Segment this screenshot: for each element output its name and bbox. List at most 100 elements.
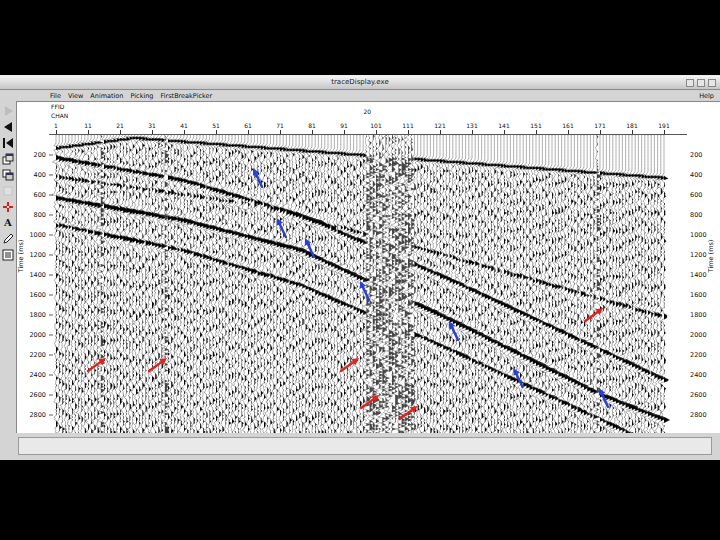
- toolbar-button: [2, 104, 15, 117]
- trace: [90, 135, 101, 433]
- channel-label: 171: [594, 122, 605, 129]
- trace: [613, 135, 621, 433]
- trace: [487, 135, 498, 433]
- trace-wiggle: [305, 135, 316, 433]
- trace: [420, 135, 430, 433]
- trace: [439, 135, 449, 433]
- trace: [331, 135, 341, 433]
- channel-tick: [280, 130, 281, 134]
- channel-tick: [216, 130, 217, 134]
- toolbar-button[interactable]: [2, 136, 15, 149]
- annotation-arrow: [400, 406, 418, 419]
- trace: [516, 135, 526, 433]
- arrow-shaft: [363, 287, 369, 300]
- arrow-shaft: [400, 410, 412, 419]
- arrow-shaft: [280, 224, 286, 237]
- status-area: [0, 433, 720, 460]
- channel-label: 71: [276, 122, 284, 129]
- time-tick: [49, 154, 53, 155]
- trace: [503, 135, 513, 433]
- menu-item[interactable]: View: [68, 92, 83, 100]
- menu-item[interactable]: Animation: [90, 92, 123, 100]
- arrow-shaft: [517, 374, 523, 387]
- channel-label: 101: [370, 122, 381, 129]
- trace: [194, 135, 203, 433]
- trace-wiggle: [436, 135, 446, 433]
- pencil-icon: [2, 233, 14, 245]
- trace-wiggle: [625, 135, 636, 433]
- trace: [340, 135, 351, 433]
- trace: [58, 135, 69, 433]
- header-label: CHAN: [51, 112, 68, 119]
- trace: [494, 135, 503, 433]
- trace-fill: [190, 135, 196, 433]
- trace-wiggle: [123, 135, 133, 433]
- trace-wiggle: [503, 135, 513, 433]
- time-tick: [49, 354, 53, 355]
- arrow-shaft: [452, 327, 458, 340]
- trace: [434, 135, 443, 433]
- channel-tick: [152, 130, 153, 134]
- trace-plot[interactable]: [49, 135, 687, 433]
- minimize-button[interactable]: [686, 79, 694, 87]
- toolbar-button[interactable]: A: [2, 216, 15, 229]
- time-tick: [49, 334, 53, 335]
- trace: [394, 135, 402, 433]
- trace: [616, 135, 625, 433]
- trace-wiggle: [308, 135, 319, 433]
- toolbar-button[interactable]: [2, 168, 15, 181]
- menu-item[interactable]: FirstBreakPicker: [160, 92, 212, 100]
- arrow-shaft: [602, 394, 608, 407]
- trace-wiggle: [248, 135, 257, 433]
- trace-wiggle: [420, 135, 430, 433]
- trace-wiggle: [439, 135, 449, 433]
- maximize-button[interactable]: [697, 79, 705, 87]
- tick-label: 1400: [29, 271, 46, 279]
- trace: [133, 135, 142, 433]
- trace: [126, 135, 136, 433]
- tick-label: 1000: [690, 231, 707, 239]
- trace-wiggle: [302, 135, 313, 433]
- trace-wiggle: [613, 135, 621, 433]
- help-menu[interactable]: Help: [699, 92, 714, 100]
- tick-label: 2600: [29, 391, 46, 399]
- window-buttons: [686, 79, 716, 87]
- trace: [213, 135, 222, 433]
- channel-tick: [344, 130, 345, 134]
- trace-wiggle: [507, 135, 517, 433]
- lines-icon: [2, 249, 14, 261]
- arrow-shaft: [361, 399, 373, 408]
- trace-wiggle: [593, 135, 601, 433]
- annotation-arrow: [513, 368, 522, 387]
- play-icon: [2, 105, 14, 117]
- trace-fill: [424, 135, 430, 433]
- trace-wiggle: [263, 135, 274, 433]
- windows-icon: [2, 153, 14, 165]
- text-tool[interactable]: A: [4, 217, 12, 229]
- toolbar-button[interactable]: [2, 152, 15, 165]
- trace: [222, 135, 233, 433]
- trace-fill: [59, 135, 65, 433]
- tick-label: 2600: [690, 391, 707, 399]
- toolbar-button[interactable]: [2, 120, 15, 133]
- close-button[interactable]: [708, 79, 716, 87]
- tick-label: 1800: [690, 311, 707, 319]
- channel-label: 51: [212, 122, 220, 129]
- channel-tick: [248, 130, 249, 134]
- menu-item[interactable]: Picking: [130, 92, 153, 100]
- back-icon: [2, 121, 14, 133]
- time-tick: [49, 194, 53, 195]
- trace-wiggle: [434, 135, 443, 433]
- trace-wiggle: [482, 135, 492, 433]
- toolbar-button[interactable]: [2, 248, 15, 261]
- title-bar: traceDisplay.exe: [0, 76, 720, 90]
- menu-item[interactable]: File: [50, 92, 61, 100]
- arrow-head: [253, 168, 259, 176]
- arrow-head: [371, 395, 379, 402]
- tick-label: 200: [34, 151, 46, 159]
- toolbar-button[interactable]: [2, 232, 15, 245]
- toolbar-button[interactable]: [2, 200, 15, 213]
- arrow-head: [599, 388, 605, 396]
- tick-label: 400: [690, 171, 702, 179]
- trace-area: FFIDCHAN20111213141516171819110111112113…: [49, 102, 687, 433]
